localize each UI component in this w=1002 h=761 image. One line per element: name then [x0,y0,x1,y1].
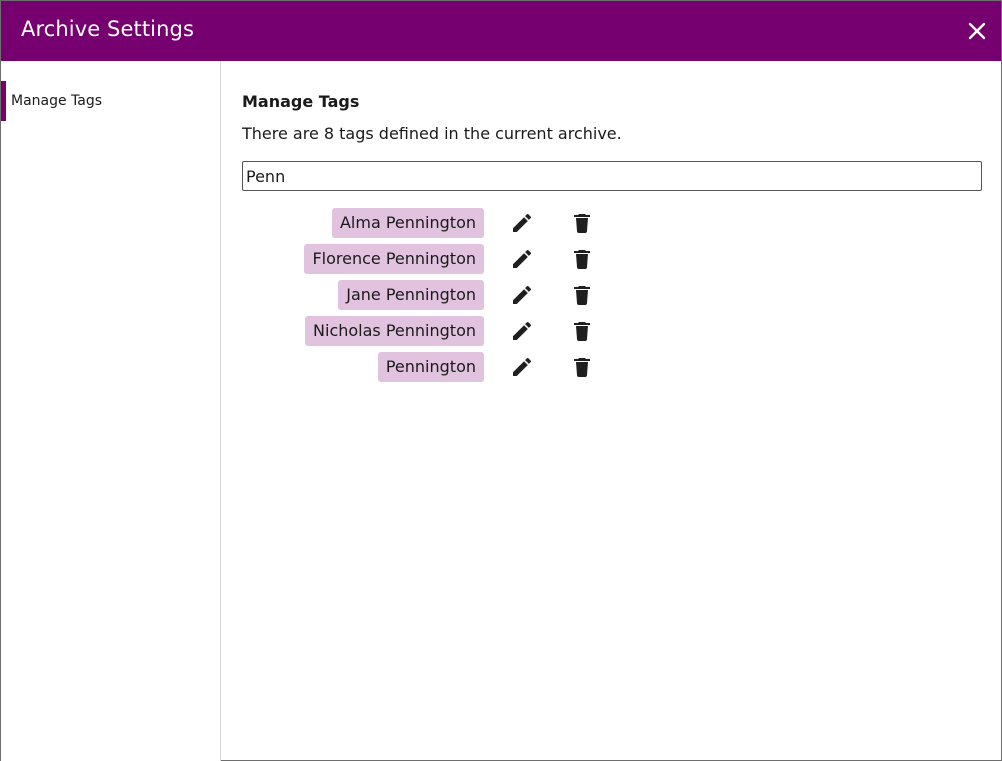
tag-row: Pennington [222,352,1001,384]
tag-chip[interactable]: Pennington [377,352,484,382]
pencil-icon[interactable] [510,355,534,379]
sidebar-item-label: Manage Tags [11,93,103,109]
trash-icon[interactable] [570,355,594,379]
pencil-icon[interactable] [510,319,534,343]
trash-icon[interactable] [570,319,594,343]
tag-row: Alma Pennington [222,208,1001,240]
tag-list: Alma Pennington Florence Pennington Jane… [222,61,1001,761]
settings-sidebar: Manage Tags [1,61,221,761]
tag-chip[interactable]: Jane Pennington [338,280,484,310]
close-icon[interactable] [965,19,989,43]
trash-icon[interactable] [570,211,594,235]
tag-row: Jane Pennington [222,280,1001,312]
trash-icon[interactable] [570,247,594,271]
pencil-icon[interactable] [510,283,534,307]
dialog-title: Archive Settings [21,17,194,41]
tag-chip[interactable]: Florence Pennington [304,244,484,274]
pencil-icon[interactable] [510,211,534,235]
archive-settings-dialog: Archive Settings Manage Tags Manage Tags… [0,0,1002,761]
tag-chip[interactable]: Nicholas Pennington [305,316,484,346]
dialog-titlebar: Archive Settings [1,1,1001,61]
sidebar-item-manage-tags[interactable]: Manage Tags [1,81,220,121]
tag-chip[interactable]: Alma Pennington [331,208,484,238]
pencil-icon[interactable] [510,247,534,271]
manage-tags-panel: Manage Tags There are 8 tags defined in … [222,61,1001,761]
tag-row: Florence Pennington [222,244,1001,276]
tag-row: Nicholas Pennington [222,316,1001,348]
trash-icon[interactable] [570,283,594,307]
